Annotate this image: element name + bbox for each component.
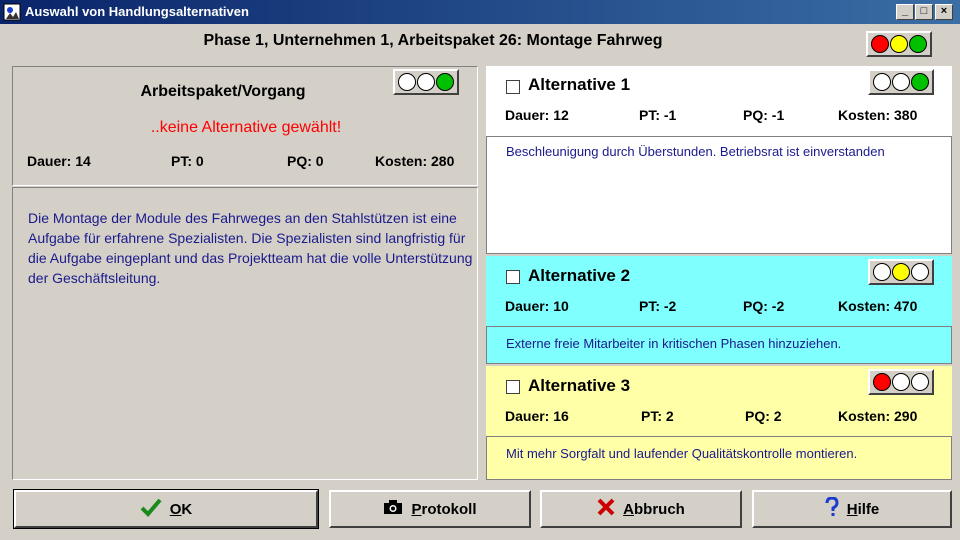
alternative-3-dauer: Dauer: 16: [505, 408, 569, 424]
header-traffic-light: [866, 31, 932, 57]
protokoll-button[interactable]: Protokoll: [329, 490, 531, 528]
abbruch-button[interactable]: Abbruch: [540, 490, 742, 528]
light-green-icon: [911, 73, 929, 91]
page-title: Phase 1, Unternehmen 1, Arbeitspaket 26:…: [203, 32, 663, 49]
light-off-icon: [892, 73, 910, 91]
alternative-3-description-box: Mit mehr Sorgfalt und laufender Qualität…: [486, 436, 952, 480]
light-red-icon: [873, 373, 891, 391]
hilfe-button[interactable]: Hilfe: [752, 490, 952, 528]
alternative-2-description: Externe freie Mitarbeiter in kritischen …: [506, 336, 842, 351]
alternative-2-title[interactable]: Alternative 2: [528, 266, 630, 286]
task-pq: PQ: 0: [287, 153, 324, 169]
alternative-1-description: Beschleunigung durch Überstunden. Betrie…: [506, 144, 885, 159]
alternative-3-traffic-light: [868, 369, 934, 395]
alternative-2-dauer: Dauer: 10: [505, 298, 569, 314]
task-dauer: Dauer: 14: [27, 153, 91, 169]
window-title: Auswahl von Handlungsalternativen: [25, 4, 249, 19]
cancel-x-icon: [597, 498, 615, 520]
light-green-icon: [909, 35, 927, 53]
app-icon: [3, 3, 21, 21]
light-off-icon: [892, 373, 910, 391]
protokoll-label: Protokoll: [411, 500, 477, 518]
alternative-2-description-box: Externe freie Mitarbeiter in kritischen …: [486, 326, 952, 364]
alternative-1-pq: PQ: -1: [743, 107, 785, 123]
light-yellow-icon: [892, 263, 910, 281]
alternative-1-pt: PT: -1: [639, 107, 677, 123]
task-kosten: Kosten: 280: [375, 153, 455, 169]
light-off-icon: [911, 373, 929, 391]
task-traffic-light: [393, 69, 459, 95]
alternative-1-kosten: Kosten: 380: [838, 107, 918, 123]
task-title: Arbeitspaket/Vorgang: [140, 83, 306, 100]
light-red-icon: [871, 35, 889, 53]
alternative-3-header: Alternative 3 Dauer: 16 PT: 2 PQ: 2 Kost…: [486, 366, 952, 436]
alternative-2-header: Alternative 2 Dauer: 10 PT: -2 PQ: -2 Ko…: [486, 256, 952, 326]
light-off-icon: [873, 73, 891, 91]
hilfe-label: Hilfe: [846, 500, 880, 518]
alternative-1-title[interactable]: Alternative 1: [528, 75, 630, 95]
alternative-1-checkbox[interactable]: [506, 80, 520, 94]
abbruch-label: Abbruch: [623, 500, 685, 518]
alternative-1-header: Alternative 1 Dauer: 12 PT: -1 PQ: -1 Ko…: [486, 66, 952, 136]
close-button[interactable]: ×: [935, 4, 953, 20]
light-yellow-icon: [890, 35, 908, 53]
task-pt: PT: 0: [171, 153, 204, 169]
task-summary-panel: Arbeitspaket/Vorgang ..keine Alternative…: [12, 66, 478, 186]
alternative-2-traffic-light: [868, 259, 934, 285]
alternative-3-checkbox[interactable]: [506, 380, 520, 394]
alternative-2-pq: PQ: -2: [743, 298, 785, 314]
task-description: Die Montage der Module des Fahrweges an …: [28, 210, 473, 286]
help-question-icon: [825, 496, 839, 521]
ok-label: OK: [169, 500, 193, 518]
alternative-2-pt: PT: -2: [639, 298, 677, 314]
checkmark-icon: [140, 497, 162, 521]
alternative-2-checkbox[interactable]: [506, 270, 520, 284]
task-status: ..keine Alternative gewählt!: [150, 119, 342, 136]
alternative-3-kosten: Kosten: 290: [838, 408, 918, 424]
alternative-3-title[interactable]: Alternative 3: [528, 376, 630, 396]
window-title-bar[interactable]: Auswahl von Handlungsalternativen _ □ ×: [0, 0, 960, 24]
camera-icon: [383, 499, 403, 519]
light-off-icon: [417, 73, 435, 91]
light-off-icon: [873, 263, 891, 281]
alternative-3-pt: PT: 2: [641, 408, 674, 424]
alternative-3-description: Mit mehr Sorgfalt und laufender Qualität…: [506, 446, 858, 461]
alternative-1-dauer: Dauer: 12: [505, 107, 569, 123]
task-description-panel: Die Montage der Module des Fahrweges an …: [12, 187, 478, 480]
alternative-2-kosten: Kosten: 470: [838, 298, 918, 314]
minimize-button[interactable]: _: [896, 4, 914, 20]
maximize-button[interactable]: □: [915, 4, 933, 20]
light-green-icon: [436, 73, 454, 91]
alternative-1-description-box: Beschleunigung durch Überstunden. Betrie…: [486, 136, 952, 254]
alternative-1-traffic-light: [868, 69, 934, 95]
light-off-icon: [398, 73, 416, 91]
light-off-icon: [911, 263, 929, 281]
ok-button[interactable]: OK: [13, 489, 319, 529]
alternative-3-pq: PQ: 2: [745, 408, 782, 424]
